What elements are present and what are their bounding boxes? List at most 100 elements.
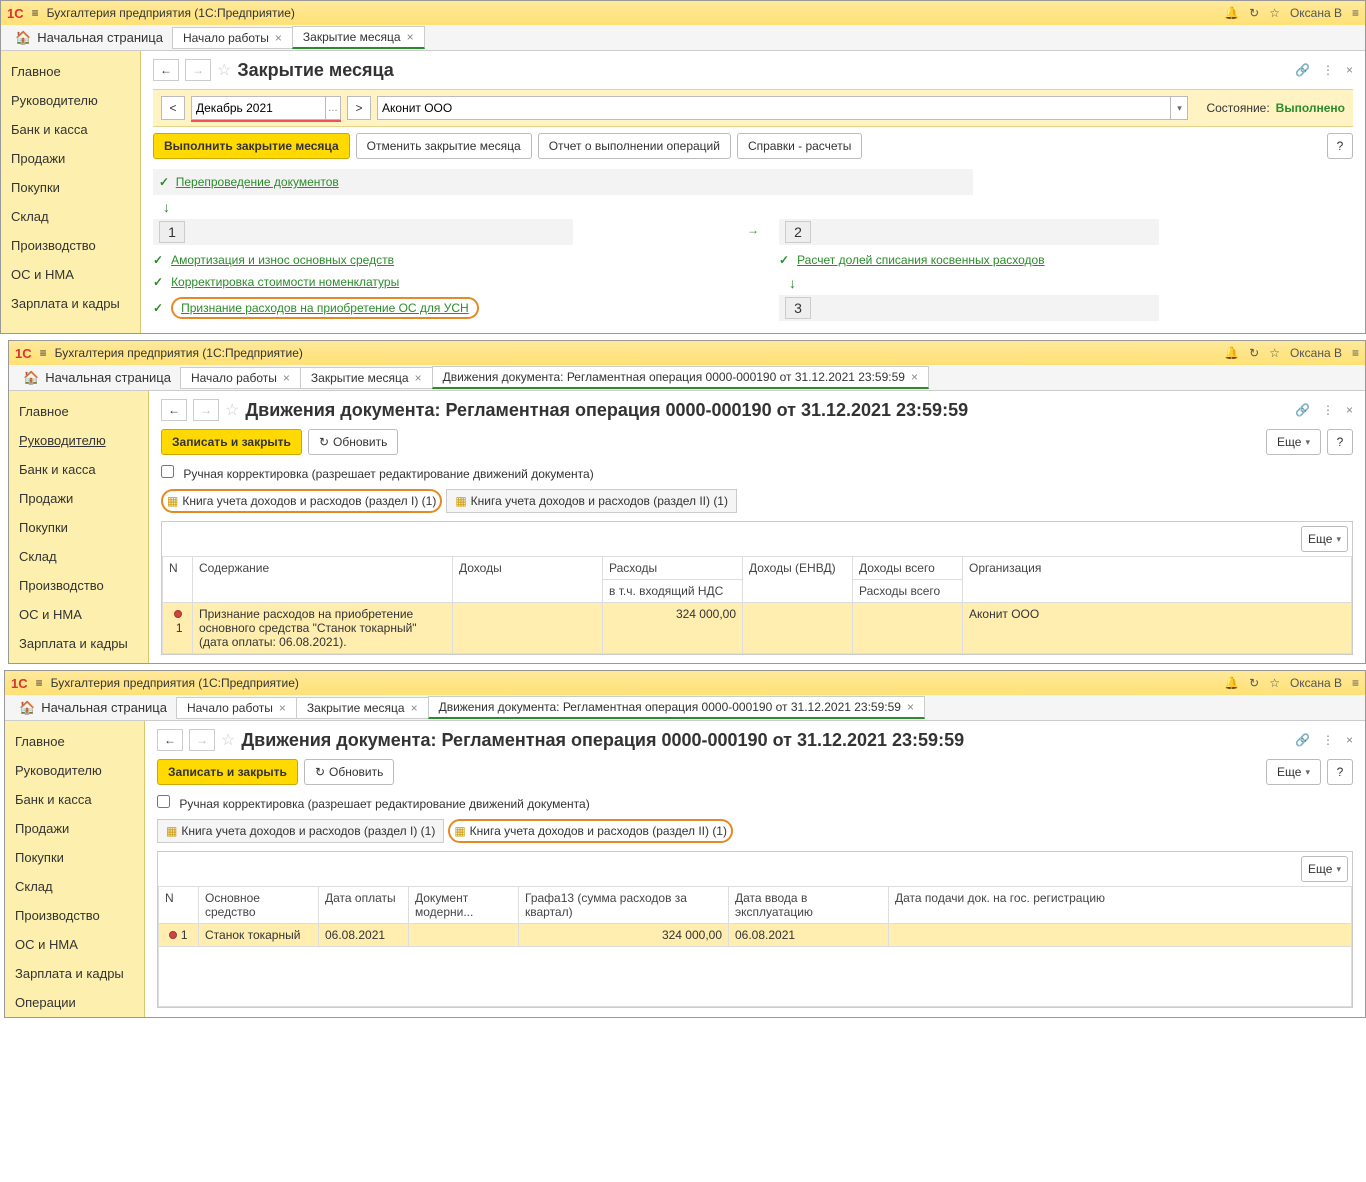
close-icon[interactable]: × (407, 30, 414, 44)
sidebar-item[interactable]: Склад (9, 542, 148, 571)
panel-icon[interactable]: ≡ (1352, 676, 1359, 690)
col-n[interactable]: N (163, 557, 193, 603)
sidebar-item[interactable]: Продажи (1, 144, 140, 173)
bell-icon[interactable]: 🔔 (1224, 346, 1239, 360)
col-expense[interactable]: Расходы (603, 557, 743, 580)
tab-home[interactable]: 🏠 Начальная страница (9, 697, 177, 719)
tab-start[interactable]: Начало работы× (176, 697, 297, 719)
nav-back-button[interactable]: ← (157, 729, 183, 751)
refresh-button[interactable]: ↻Обновить (308, 429, 398, 455)
favorite-icon[interactable]: ☆ (225, 400, 239, 420)
nav-forward-button[interactable]: → (185, 59, 211, 81)
link-icon[interactable]: 🔗 (1295, 733, 1310, 747)
more-button[interactable]: Еще ▾ (1266, 429, 1321, 455)
period-dropdown-icon[interactable]: ... (325, 96, 341, 120)
col-mod-doc[interactable]: Документ модерни... (409, 887, 519, 924)
history-icon[interactable]: ↻ (1249, 676, 1259, 690)
col-13[interactable]: Графа13 (сумма расходов за квартал) (519, 887, 729, 924)
sidebar-item[interactable]: Банк и касса (1, 115, 140, 144)
sidebar-item[interactable]: Покупки (1, 173, 140, 202)
sidebar-item[interactable]: Зарплата и кадры (1, 289, 140, 318)
col-org[interactable]: Организация (963, 557, 1352, 603)
org-input[interactable] (377, 96, 1170, 120)
star-icon[interactable]: ☆ (1269, 6, 1280, 20)
table-row[interactable]: 1 Признание расходов на приобретение осн… (163, 603, 1352, 654)
tab-home[interactable]: 🏠 Начальная страница (13, 367, 181, 389)
sidebar-item[interactable]: ОС и НМА (5, 930, 144, 959)
link-icon[interactable]: 🔗 (1295, 63, 1310, 77)
table-row[interactable]: 1 Станок токарный 06.08.2021 324 000,00 … (159, 924, 1352, 947)
sidebar-item[interactable]: Главное (9, 397, 148, 426)
nav-forward-button[interactable]: → (193, 399, 219, 421)
sidebar-item[interactable]: Покупки (5, 843, 144, 872)
favorite-icon[interactable]: ☆ (217, 60, 231, 80)
tab-start[interactable]: Начало работы× (180, 367, 301, 389)
close-icon[interactable]: × (275, 31, 282, 45)
close-icon[interactable]: × (1346, 63, 1353, 77)
close-icon[interactable]: × (1346, 403, 1353, 417)
table-more-button[interactable]: Еще ▾ (1301, 856, 1348, 882)
op-correction-link[interactable]: Корректировка стоимости номенклатуры (171, 275, 399, 289)
more-button[interactable]: Еще ▾ (1266, 759, 1321, 785)
sidebar-item[interactable]: Продажи (9, 484, 148, 513)
sidebar-item[interactable]: Производство (5, 901, 144, 930)
close-icon[interactable]: × (1346, 733, 1353, 747)
history-icon[interactable]: ↻ (1249, 6, 1259, 20)
sidebar-item[interactable]: Производство (1, 231, 140, 260)
hamburger-icon[interactable]: ≡ (36, 676, 43, 690)
tab-month-close[interactable]: Закрытие месяца× (300, 367, 433, 389)
sidebar-item[interactable]: Зарплата и кадры (5, 959, 144, 988)
op-reposting-link[interactable]: Перепроведение документов (176, 175, 339, 189)
tab-section-1[interactable]: ▦Книга учета доходов и расходов (раздел … (157, 819, 444, 843)
period-prev-button[interactable]: < (161, 96, 185, 120)
manual-correction-checkbox[interactable] (157, 795, 170, 808)
sidebar-item[interactable]: Руководителю (5, 756, 144, 785)
refs-button[interactable]: Справки - расчеты (737, 133, 862, 159)
help-button[interactable]: ? (1327, 759, 1353, 785)
sidebar-item[interactable]: Банк и касса (5, 785, 144, 814)
sidebar-item[interactable]: Главное (1, 57, 140, 86)
hamburger-icon[interactable]: ≡ (32, 6, 39, 20)
tab-doc-movements[interactable]: Движения документа: Регламентная операци… (428, 696, 925, 719)
org-dropdown-icon[interactable]: ▾ (1170, 96, 1188, 120)
link-icon[interactable]: 🔗 (1295, 403, 1310, 417)
tab-section-1[interactable]: ▦Книга учета доходов и расходов (раздел … (161, 489, 442, 513)
kebab-icon[interactable]: ⋮ (1322, 403, 1334, 417)
user-label[interactable]: Оксана В (1290, 346, 1342, 360)
refresh-button[interactable]: ↻Обновить (304, 759, 394, 785)
nav-back-button[interactable]: ← (153, 59, 179, 81)
close-icon[interactable]: × (411, 701, 418, 715)
help-button[interactable]: ? (1327, 429, 1353, 455)
close-icon[interactable]: × (911, 370, 918, 384)
bell-icon[interactable]: 🔔 (1224, 6, 1239, 20)
close-icon[interactable]: × (907, 700, 914, 714)
period-next-button[interactable]: > (347, 96, 371, 120)
save-close-button[interactable]: Записать и закрыть (161, 429, 302, 455)
hamburger-icon[interactable]: ≡ (40, 346, 47, 360)
sidebar-item[interactable]: Склад (1, 202, 140, 231)
sidebar-item[interactable]: Производство (9, 571, 148, 600)
execute-close-button[interactable]: Выполнить закрытие месяца (153, 133, 350, 159)
panel-icon[interactable]: ≡ (1352, 6, 1359, 20)
col-commission[interactable]: Дата ввода в эксплуатацию (729, 887, 889, 924)
op-recognition-link[interactable]: Признание расходов на приобретение ОС дл… (181, 301, 469, 315)
star-icon[interactable]: ☆ (1269, 346, 1280, 360)
close-icon[interactable]: × (415, 371, 422, 385)
sidebar-item[interactable]: Банк и касса (9, 455, 148, 484)
sidebar-item[interactable]: Покупки (9, 513, 148, 542)
tab-month-close[interactable]: Закрытие месяца× (296, 697, 429, 719)
history-icon[interactable]: ↻ (1249, 346, 1259, 360)
col-income[interactable]: Доходы (453, 557, 603, 603)
kebab-icon[interactable]: ⋮ (1322, 63, 1334, 77)
sidebar-item[interactable]: Склад (5, 872, 144, 901)
tab-home[interactable]: 🏠 Начальная страница (5, 27, 173, 49)
cancel-close-button[interactable]: Отменить закрытие месяца (356, 133, 532, 159)
star-icon[interactable]: ☆ (1269, 676, 1280, 690)
sidebar-item[interactable]: Операции (5, 988, 144, 1017)
col-content[interactable]: Содержание (193, 557, 453, 603)
bell-icon[interactable]: 🔔 (1224, 676, 1239, 690)
sidebar-item[interactable]: Главное (5, 727, 144, 756)
col-n[interactable]: N (159, 887, 199, 924)
close-icon[interactable]: × (283, 371, 290, 385)
report-button[interactable]: Отчет о выполнении операций (538, 133, 731, 159)
